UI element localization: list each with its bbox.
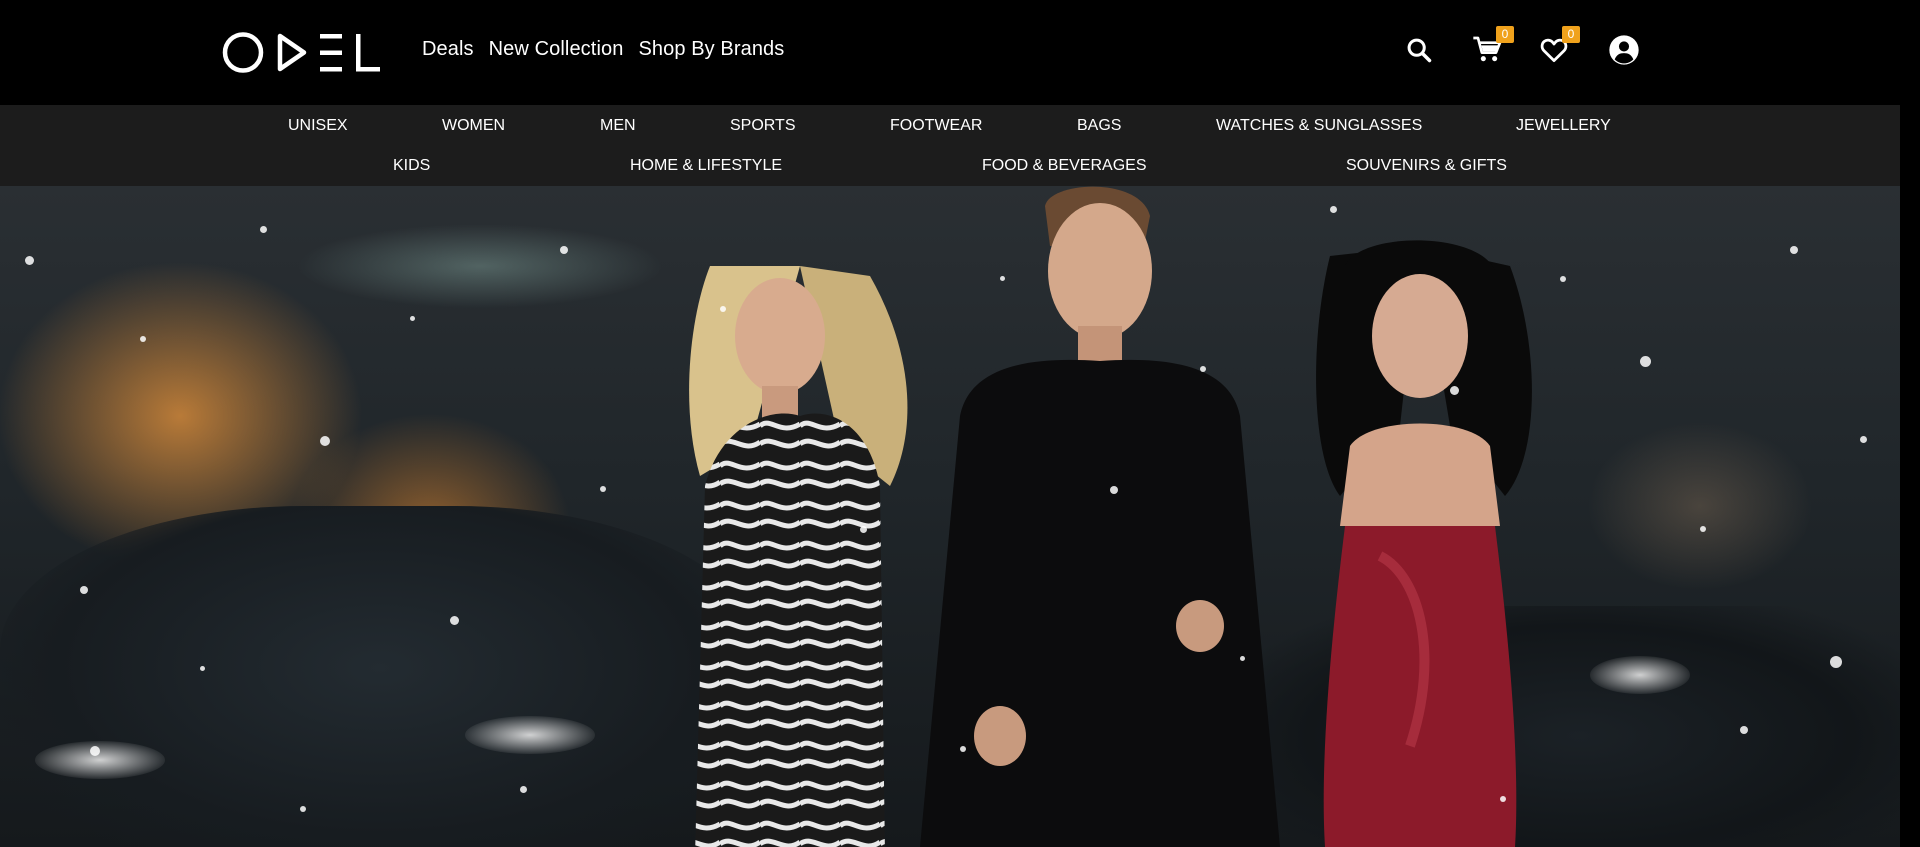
- account-icon: [1609, 35, 1639, 65]
- nav-shop-by-brands[interactable]: Shop By Brands: [638, 38, 784, 61]
- model-left-figure: [689, 266, 908, 847]
- category-home-lifestyle[interactable]: HOME & LIFESTYLE: [630, 157, 782, 175]
- category-food-beverages[interactable]: FOOD & BEVERAGES: [982, 157, 1146, 175]
- category-sports[interactable]: SPORTS: [730, 117, 796, 135]
- model-left: [680, 256, 920, 847]
- category-kids[interactable]: KIDS: [393, 157, 430, 175]
- search-button[interactable]: [1401, 32, 1437, 68]
- hero-car-left: [0, 506, 760, 847]
- cart-count-badge: 0: [1496, 26, 1514, 43]
- category-men[interactable]: MEN: [600, 117, 636, 135]
- odel-logo[interactable]: [222, 30, 382, 75]
- headlight-far-right: [1590, 656, 1690, 694]
- wishlist-count-badge: 0: [1562, 26, 1580, 43]
- main-nav: Deals New Collection Shop By Brands: [422, 38, 799, 61]
- category-souvenirs-gifts[interactable]: SOUVENIRS & GIFTS: [1346, 157, 1507, 175]
- headlight-right: [465, 716, 595, 754]
- headlight-left: [35, 741, 165, 779]
- category-footwear[interactable]: FOOTWEAR: [890, 117, 982, 135]
- model-center: [900, 186, 1290, 847]
- model-right-figure: [1316, 240, 1532, 847]
- category-jewellery[interactable]: JEWELLERY: [1516, 117, 1611, 135]
- odel-logo-mark: [222, 32, 380, 73]
- category-bar: UNISEX WOMEN MEN SPORTS FOOTWEAR BAGS WA…: [0, 105, 1900, 186]
- cart-button[interactable]: 0: [1470, 26, 1514, 68]
- account-button[interactable]: [1606, 32, 1642, 68]
- wishlist-button[interactable]: 0: [1536, 26, 1580, 68]
- model-center-figure: [920, 186, 1280, 847]
- nav-deals[interactable]: Deals: [422, 38, 474, 61]
- top-header: Deals New Collection Shop By Brands 0 0: [0, 0, 1900, 105]
- search-icon: [1407, 38, 1432, 63]
- model-right: [1270, 226, 1570, 847]
- category-watches-sunglasses[interactable]: WATCHES & SUNGLASSES: [1216, 117, 1422, 135]
- hero-banner[interactable]: [0, 186, 1900, 847]
- category-women[interactable]: WOMEN: [442, 117, 505, 135]
- nav-new-collection[interactable]: New Collection: [489, 38, 624, 61]
- category-bags[interactable]: BAGS: [1077, 117, 1121, 135]
- category-unisex[interactable]: UNISEX: [288, 117, 348, 135]
- page: Deals New Collection Shop By Brands 0 0 …: [0, 0, 1900, 847]
